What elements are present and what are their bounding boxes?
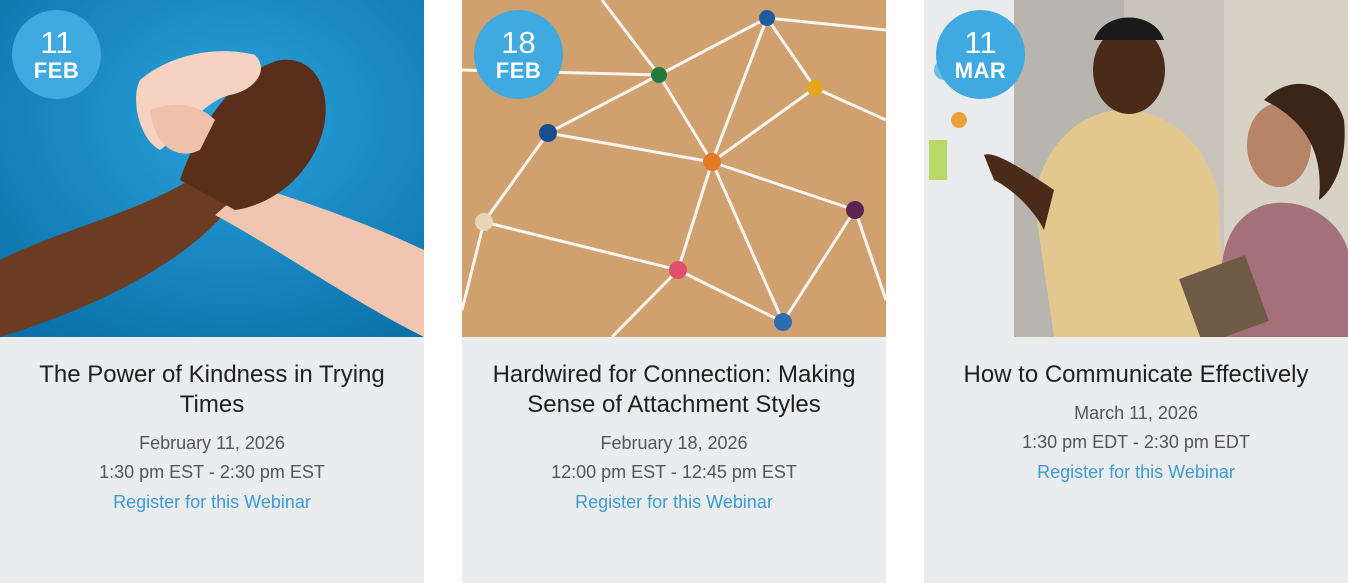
card-body: The Power of Kindness in Trying Times Fe… <box>0 337 424 517</box>
badge-day: 11 <box>40 24 73 60</box>
event-title[interactable]: The Power of Kindness in Trying Times <box>22 360 402 420</box>
event-time: 12:00 pm EST - 12:45 pm EST <box>551 462 797 482</box>
webinar-card: 18 FEB Hardwired for Connection: Making … <box>462 0 886 583</box>
badge-month: FEB <box>495 57 542 83</box>
event-title[interactable]: How to Communicate Effectively <box>946 360 1326 390</box>
webinar-card: 11 MAR How to Communicate Effectively Ma… <box>924 0 1348 583</box>
event-time: 1:30 pm EST - 2:30 pm EST <box>99 462 325 482</box>
event-date: February 11, 2026 <box>139 433 285 453</box>
badge-month: FEB <box>33 57 80 83</box>
date-badge: 11 MAR <box>936 10 1025 99</box>
badge-day: 18 <box>501 24 536 60</box>
register-link[interactable]: Register for this Webinar <box>113 487 311 517</box>
badge-month: MAR <box>954 57 1007 83</box>
card-body: Hardwired for Connection: Making Sense o… <box>462 337 886 517</box>
register-link[interactable]: Register for this Webinar <box>1037 457 1235 487</box>
card-body: How to Communicate Effectively March 11,… <box>924 337 1348 487</box>
event-date: February 18, 2026 <box>600 433 748 453</box>
date-badge: 11 FEB <box>12 10 101 99</box>
badge-day: 11 <box>964 24 997 60</box>
event-date: March 11, 2026 <box>1074 403 1198 423</box>
event-time: 1:30 pm EDT - 2:30 pm EDT <box>1022 432 1250 452</box>
webinar-card-list: 11 FEB The Power of Kindness in Trying T… <box>0 0 1348 583</box>
event-title[interactable]: Hardwired for Connection: Making Sense o… <box>484 360 864 420</box>
date-badge: 18 FEB <box>474 10 563 99</box>
webinar-card: 11 FEB The Power of Kindness in Trying T… <box>0 0 424 583</box>
register-link[interactable]: Register for this Webinar <box>575 487 773 517</box>
